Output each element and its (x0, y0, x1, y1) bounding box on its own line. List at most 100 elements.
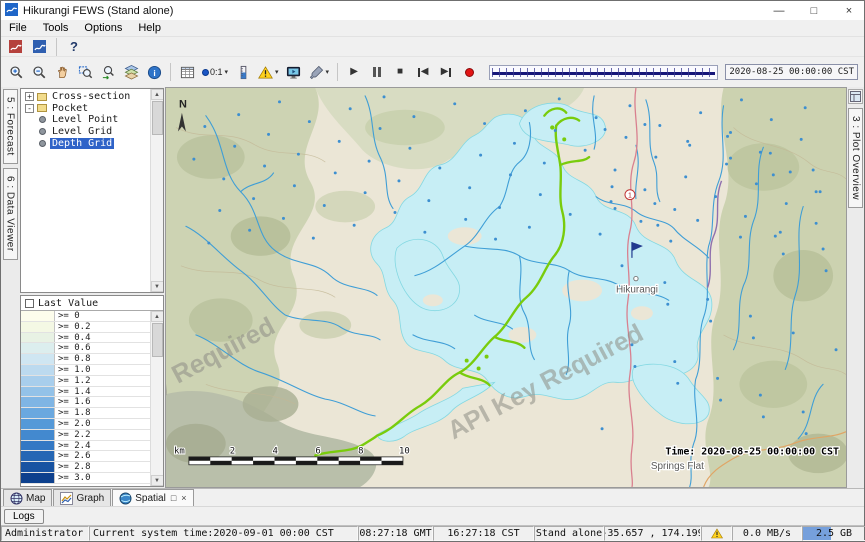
tree-item-cross-section[interactable]: + Cross-section (21, 91, 150, 103)
tree-item-level-grid[interactable]: Level Grid (21, 126, 150, 138)
step-last-icon: ▶ (441, 67, 449, 77)
current-time-display[interactable]: 2020-08-25 00:00:00 CST (725, 64, 858, 80)
scroll-down-icon[interactable]: ▼ (151, 475, 164, 486)
status-gmt-time: 08:27:18 GMT (358, 526, 433, 541)
menu-file[interactable]: File (1, 21, 35, 35)
scale-gauge-button[interactable] (232, 61, 254, 83)
record-button[interactable] (458, 61, 480, 83)
menu-tools[interactable]: Tools (35, 21, 77, 35)
scale-tick: 4 (273, 446, 278, 456)
layer-select-dropdown[interactable]: 0:1▾ (199, 61, 231, 83)
legend-value-label: >= 2.0 (55, 419, 91, 429)
legend-color-swatch (21, 311, 55, 321)
tree-item-depth-grid[interactable]: Depth Grid (21, 137, 150, 149)
legend-value-label: >= 3.0 (55, 473, 91, 483)
scroll-up-icon[interactable]: ▲ (151, 89, 164, 100)
legend-color-swatch (21, 451, 55, 461)
float-panel-icon[interactable]: □ (171, 493, 176, 503)
zoom-in-icon (9, 65, 24, 80)
layers-button[interactable] (120, 61, 142, 83)
zoom-previous-icon (101, 65, 116, 80)
menubar: File Tools Options Help (1, 20, 864, 37)
warning-threshold-dropdown[interactable]: ▾ (255, 61, 282, 83)
tree-item-label: Level Point (50, 114, 120, 125)
animation-display-button[interactable] (283, 61, 305, 83)
step-first-button[interactable]: ◀ (412, 61, 434, 83)
legend-value-label: >= 1.8 (55, 408, 91, 418)
layer-node-icon (39, 116, 46, 123)
tree-item-label: Level Grid (50, 126, 114, 137)
close-tab-icon[interactable]: × (181, 493, 186, 503)
tab-graph[interactable]: Graph (53, 489, 111, 506)
tree-scrollbar[interactable]: ▲ ▼ (150, 89, 163, 292)
legend-title: Last Value (38, 298, 98, 309)
scroll-down-icon[interactable]: ▼ (151, 281, 164, 292)
logs-button[interactable]: Logs (4, 509, 44, 524)
play-button[interactable]: ▶ (343, 61, 365, 83)
legend-value-label: >= 2.8 (55, 462, 91, 472)
warning-icon (258, 66, 273, 79)
memory-label: 2.5 GB (816, 528, 852, 539)
minimize-button[interactable]: — (764, 1, 794, 20)
panel-thumbnail-button[interactable] (848, 89, 863, 104)
last-value-checkbox[interactable] (25, 299, 34, 308)
north-label: N (179, 99, 187, 111)
legend-color-swatch (21, 462, 55, 472)
scrollbar-thumb[interactable] (152, 101, 163, 135)
step-last-button[interactable]: ▶ (435, 61, 457, 83)
legend-row: >= 3.0 (21, 473, 150, 484)
statusbar: Administrator Current system time:2020-0… (1, 525, 864, 541)
time-slider[interactable] (489, 65, 718, 80)
info-button[interactable]: i (143, 61, 165, 83)
pan-hand-icon (55, 65, 70, 80)
help-button[interactable]: ? (63, 36, 85, 58)
scroll-up-icon[interactable]: ▲ (151, 311, 164, 322)
menu-options[interactable]: Options (76, 21, 130, 35)
zoom-previous-button[interactable] (97, 61, 119, 83)
tab-data-viewer[interactable]: 6 : Data Viewer (3, 168, 18, 260)
status-memory-gauge: 2.5 GB (802, 526, 865, 541)
tree-item-pocket[interactable]: - Pocket (21, 103, 150, 115)
legend-scrollbar[interactable]: ▲ ▼ (150, 311, 163, 486)
tree-item-level-point[interactable]: Level Point (21, 114, 150, 126)
legend-color-swatch (21, 365, 55, 375)
menu-help[interactable]: Help (130, 21, 169, 35)
profile-tool-dropdown[interactable]: ▾ (306, 61, 333, 83)
tab-map[interactable]: Map (3, 489, 52, 506)
toolbar-separator (337, 63, 338, 81)
scrollbar-thumb[interactable] (152, 323, 163, 357)
legend-row: >= 1.2 (21, 376, 150, 387)
warning-icon (711, 528, 723, 539)
legend-color-swatch (21, 343, 55, 353)
legend-row: >= 0 (21, 311, 150, 322)
close-button[interactable]: × (834, 1, 864, 20)
pause-button[interactable] (366, 61, 388, 83)
zoom-box-button[interactable] (74, 61, 96, 83)
map-canvas[interactable]: 1 Hikurangi Springs Flat API Key Require… (166, 88, 846, 487)
step-first-icon: ◀ (421, 67, 429, 77)
legend-value-label: >= 1.2 (55, 376, 91, 386)
grid-display-button[interactable] (176, 61, 198, 83)
tab-plot-overview[interactable]: 3 : Plot Overview (848, 108, 863, 208)
app-window: Hikurangi FEWS (Stand alone) — □ × File … (0, 0, 865, 542)
pan-button[interactable] (51, 61, 73, 83)
status-local-time: 16:27:18 CST (433, 526, 534, 541)
expand-icon[interactable]: + (25, 92, 34, 101)
town-marker (634, 276, 638, 280)
tab-spatial[interactable]: Spatial □ × (112, 489, 193, 506)
stop-button[interactable]: ■ (389, 61, 411, 83)
app-module-red-button[interactable] (4, 36, 26, 58)
zoom-in-button[interactable] (5, 61, 27, 83)
maximize-button[interactable]: □ (799, 1, 829, 20)
map-panel: 1 Hikurangi Springs Flat API Key Require… (166, 87, 847, 488)
app-module-blue-button[interactable] (28, 36, 50, 58)
tab-forecast[interactable]: 5 : Forecast (3, 89, 18, 164)
zoom-out-button[interactable] (28, 61, 50, 83)
chart-icon (60, 492, 73, 505)
legend-row: >= 2.2 (21, 430, 150, 441)
status-warning[interactable] (701, 526, 732, 541)
collapse-icon[interactable]: - (25, 104, 34, 113)
legend-value-label: >= 2.6 (55, 451, 91, 461)
legend-value-label: >= 1.4 (55, 387, 91, 397)
folder-icon (37, 93, 47, 101)
